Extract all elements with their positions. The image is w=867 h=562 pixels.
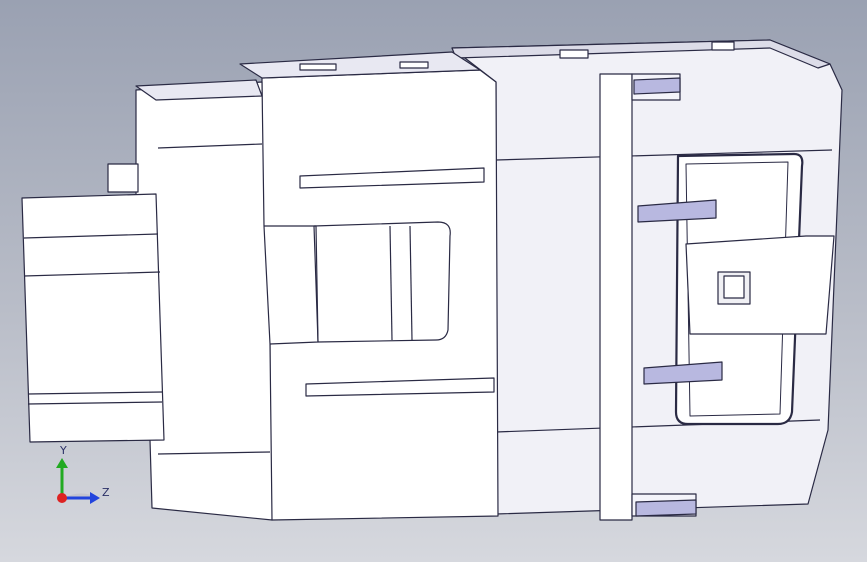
front-body-top <box>135 79 263 101</box>
front-plug <box>21 193 165 443</box>
top-rib <box>399 61 429 69</box>
top-rib <box>299 63 337 71</box>
latch-button-face <box>723 275 745 299</box>
locking-ramp <box>313 221 451 343</box>
polarization-key <box>107 163 139 193</box>
triad-y-label: Y <box>60 444 67 457</box>
orientation-triad[interactable]: Y Z <box>48 444 118 514</box>
top-rib <box>559 49 589 59</box>
cad-viewport[interactable]: Y Z <box>0 0 867 562</box>
band-guide-upper <box>633 77 681 95</box>
connector-3d-model[interactable] <box>0 0 867 562</box>
triad-z-label: Z <box>102 486 110 499</box>
triad-arrows-icon <box>56 458 100 504</box>
band-guide-lower <box>635 499 697 517</box>
latch-tongue <box>685 235 835 335</box>
retaining-band <box>599 73 633 521</box>
top-rib <box>711 41 735 51</box>
